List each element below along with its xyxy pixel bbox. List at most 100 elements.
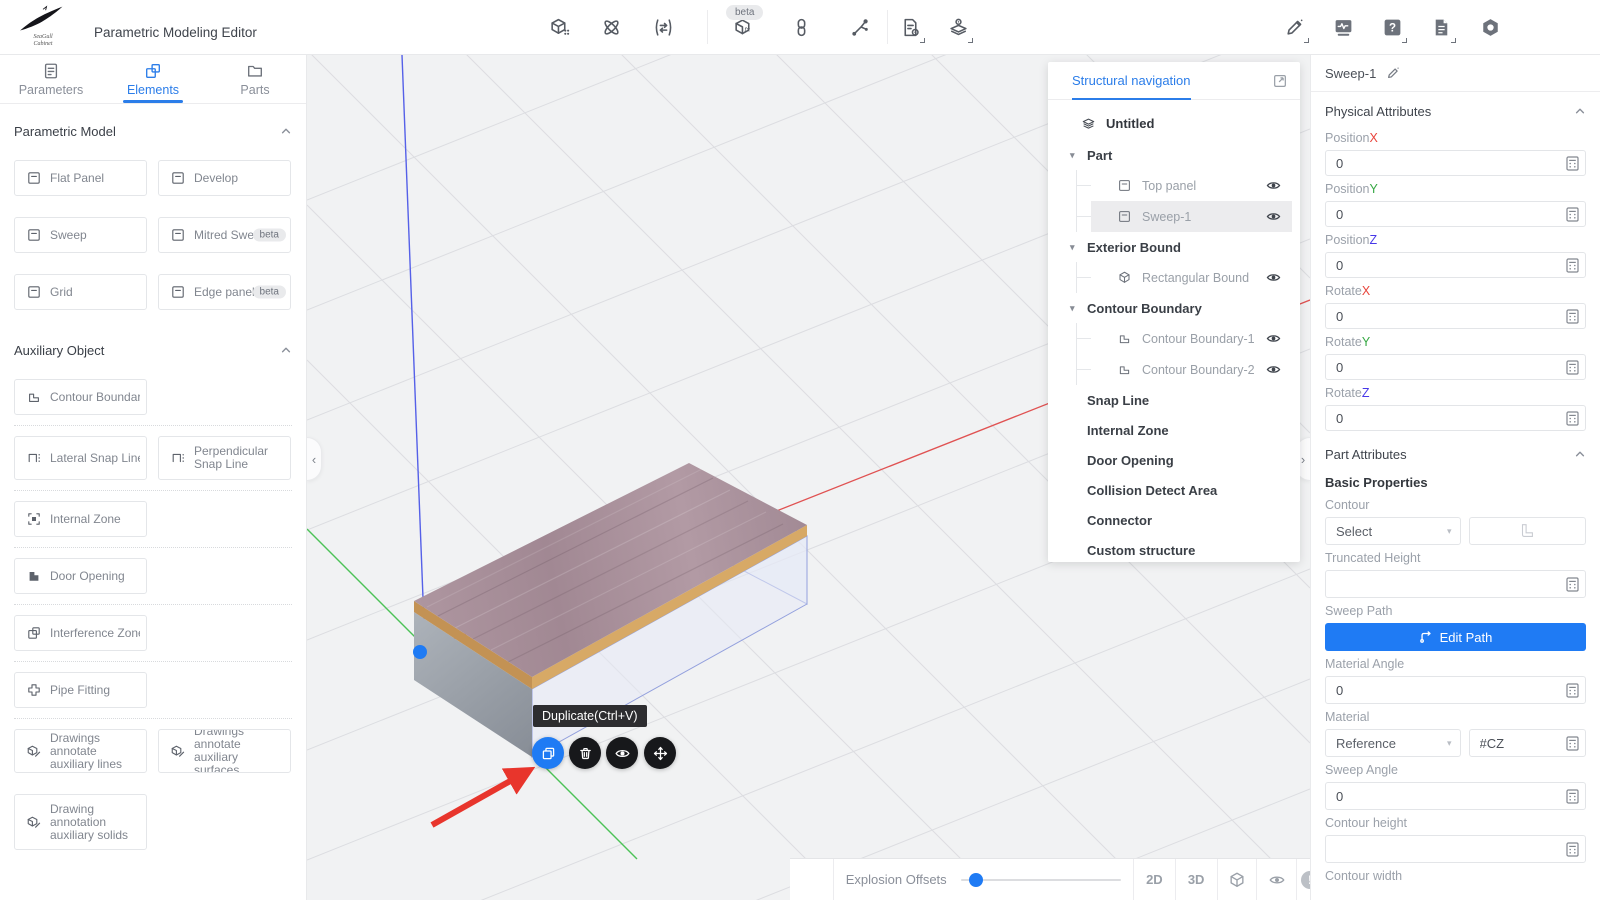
- calculator-icon[interactable]: [1566, 683, 1579, 698]
- rotate-x-field[interactable]: [1325, 303, 1586, 329]
- drawings-annotate-lines-button[interactable]: Drawings annotate auxiliary lines: [14, 729, 147, 773]
- material-angle-field[interactable]: [1325, 676, 1586, 704]
- calculator-icon[interactable]: [1566, 309, 1579, 324]
- edge-panel-button[interactable]: Edge panel beta: [158, 274, 291, 310]
- caret-down-icon[interactable]: ▾: [1070, 304, 1081, 313]
- flat-panel-button[interactable]: Flat Panel: [14, 160, 147, 196]
- perpendicular-snap-line-button[interactable]: Perpendicular Snap Line: [158, 436, 291, 480]
- tree-group-connector[interactable]: Connector: [1048, 505, 1300, 535]
- link-constraint-button[interactable]: [784, 11, 818, 45]
- delete-button[interactable]: [569, 737, 601, 769]
- publish-material-button[interactable]: [941, 11, 975, 45]
- caret-down-icon[interactable]: ▾: [1070, 151, 1081, 160]
- viewport-3d[interactable]: ‹ › Duplicate(Ctrl+V): [307, 55, 1310, 900]
- tree-group-door-opening[interactable]: Door Opening: [1048, 445, 1300, 475]
- parametric-model-header[interactable]: Parametric Model: [14, 116, 292, 146]
- edit-mode-button[interactable]: [1277, 11, 1311, 45]
- develop-button[interactable]: Develop: [158, 160, 291, 196]
- material-angle-input[interactable]: [1326, 683, 1585, 698]
- tree-group-part[interactable]: ▾ Part: [1048, 140, 1300, 170]
- view-3d-button[interactable]: 3D: [1175, 859, 1217, 900]
- calculator-icon[interactable]: [1566, 258, 1579, 273]
- rename-pencil-icon[interactable]: [1386, 66, 1400, 80]
- origin-handle-dot[interactable]: [413, 645, 427, 659]
- contour-select[interactable]: Select ▾: [1325, 517, 1461, 545]
- position-x-input[interactable]: [1326, 156, 1585, 171]
- contour-boundary-button[interactable]: Contour Boundary: [14, 379, 147, 415]
- calculator-icon[interactable]: [1566, 789, 1579, 804]
- tree-group-custom-structure[interactable]: Custom structure: [1048, 535, 1300, 562]
- selected-tree-row[interactable]: Sweep-1: [1091, 201, 1292, 232]
- truncated-height-input[interactable]: [1326, 577, 1585, 592]
- swap-replace-button[interactable]: [646, 11, 680, 45]
- tree-group-contour-boundary[interactable]: ▾ Contour Boundary: [1048, 293, 1300, 323]
- calculator-icon[interactable]: [1566, 411, 1579, 426]
- drawing-annotation-solids-button[interactable]: Drawing annotation auxiliary solids: [14, 794, 147, 850]
- tree-group-internal-zone[interactable]: Internal Zone: [1048, 415, 1300, 445]
- visibility-eye-icon[interactable]: [1265, 179, 1282, 192]
- tree-item-top-panel[interactable]: Top panel: [1077, 170, 1300, 201]
- rotate-y-input[interactable]: [1326, 360, 1585, 375]
- tree-root-untitled[interactable]: Untitled: [1048, 106, 1300, 140]
- rotate-z-field[interactable]: [1325, 405, 1586, 431]
- caret-down-icon[interactable]: ▾: [1070, 243, 1081, 252]
- assembly-button[interactable]: [594, 11, 628, 45]
- calculator-icon[interactable]: [1566, 736, 1579, 751]
- visibility-eye-icon[interactable]: [1265, 271, 1282, 284]
- pipe-fitting-button[interactable]: Pipe Fitting: [14, 672, 147, 708]
- position-z-input[interactable]: [1326, 258, 1585, 273]
- component-library-button[interactable]: [542, 11, 576, 45]
- relations-graph-button[interactable]: [842, 11, 876, 45]
- rotate-y-field[interactable]: [1325, 354, 1586, 380]
- tree-item-sweep-1[interactable]: Sweep-1: [1077, 201, 1300, 232]
- calculator-icon[interactable]: [1566, 360, 1579, 375]
- visibility-toggle-button[interactable]: [1256, 859, 1296, 900]
- tab-parameters[interactable]: Parameters: [0, 55, 102, 103]
- calculator-icon[interactable]: [1566, 156, 1579, 171]
- calculator-icon[interactable]: [1566, 577, 1579, 592]
- internal-zone-button[interactable]: Internal Zone: [14, 501, 147, 537]
- visibility-eye-icon[interactable]: [1265, 363, 1282, 376]
- tree-group-snap-line[interactable]: Snap Line: [1048, 385, 1300, 415]
- material-code-field[interactable]: [1469, 729, 1587, 757]
- interference-zone-button[interactable]: Interference Zone: [14, 615, 147, 651]
- position-y-input[interactable]: [1326, 207, 1585, 222]
- physical-attributes-header[interactable]: Physical Attributes: [1325, 94, 1586, 128]
- view-2d-button[interactable]: 2D: [1133, 859, 1175, 900]
- mitred-sweep-button[interactable]: Mitred Sweep beta: [158, 217, 291, 253]
- help-button[interactable]: ?: [1375, 11, 1409, 45]
- material-select[interactable]: Reference ▾: [1325, 729, 1461, 757]
- contour-height-input[interactable]: [1326, 842, 1585, 857]
- calculator-icon[interactable]: [1566, 207, 1579, 222]
- visibility-button[interactable]: [606, 737, 638, 769]
- truncated-height-field[interactable]: [1325, 570, 1586, 598]
- drawings-annotate-surfaces-button[interactable]: Drawings annotate auxiliary surfaces: [158, 729, 291, 773]
- tree-group-exterior-bound[interactable]: ▾ Exterior Bound: [1048, 232, 1300, 262]
- duplicate-button[interactable]: [532, 737, 564, 769]
- sweep-button[interactable]: Sweep: [14, 217, 147, 253]
- grid-button[interactable]: Grid: [14, 274, 147, 310]
- contour-height-field[interactable]: [1325, 835, 1586, 863]
- part-attributes-header[interactable]: Part Attributes: [1325, 437, 1586, 471]
- tree-item-contour-boundary-2[interactable]: Contour Boundary-2: [1077, 354, 1300, 385]
- slider-thumb[interactable]: [969, 873, 983, 887]
- door-opening-button[interactable]: Door Opening: [14, 558, 147, 594]
- rotate-x-input[interactable]: [1326, 309, 1585, 324]
- settings-button[interactable]: [1473, 11, 1507, 45]
- tree-group-collision-detect-area[interactable]: Collision Detect Area: [1048, 475, 1300, 505]
- auxiliary-object-header[interactable]: Auxiliary Object: [14, 335, 292, 365]
- move-button[interactable]: [644, 737, 676, 769]
- alerts-button[interactable]: !: [1296, 859, 1310, 900]
- contour-preview[interactable]: [1469, 517, 1587, 545]
- lateral-snap-line-button[interactable]: Lateral Snap Line: [14, 436, 147, 480]
- tab-elements[interactable]: Elements: [102, 55, 204, 103]
- edit-path-button[interactable]: Edit Path: [1325, 623, 1586, 651]
- structural-nav-tab[interactable]: Structural navigation: [1072, 62, 1191, 100]
- tree-item-contour-boundary-1[interactable]: Contour Boundary-1: [1077, 323, 1300, 354]
- tree-item-rectangular-bound[interactable]: Rectangular Bound: [1077, 262, 1300, 293]
- activity-monitor-button[interactable]: [1326, 11, 1360, 45]
- position-x-field[interactable]: [1325, 150, 1586, 176]
- visibility-eye-icon[interactable]: [1265, 332, 1282, 345]
- calculator-icon[interactable]: [1566, 842, 1579, 857]
- export-document-button[interactable]: [893, 11, 927, 45]
